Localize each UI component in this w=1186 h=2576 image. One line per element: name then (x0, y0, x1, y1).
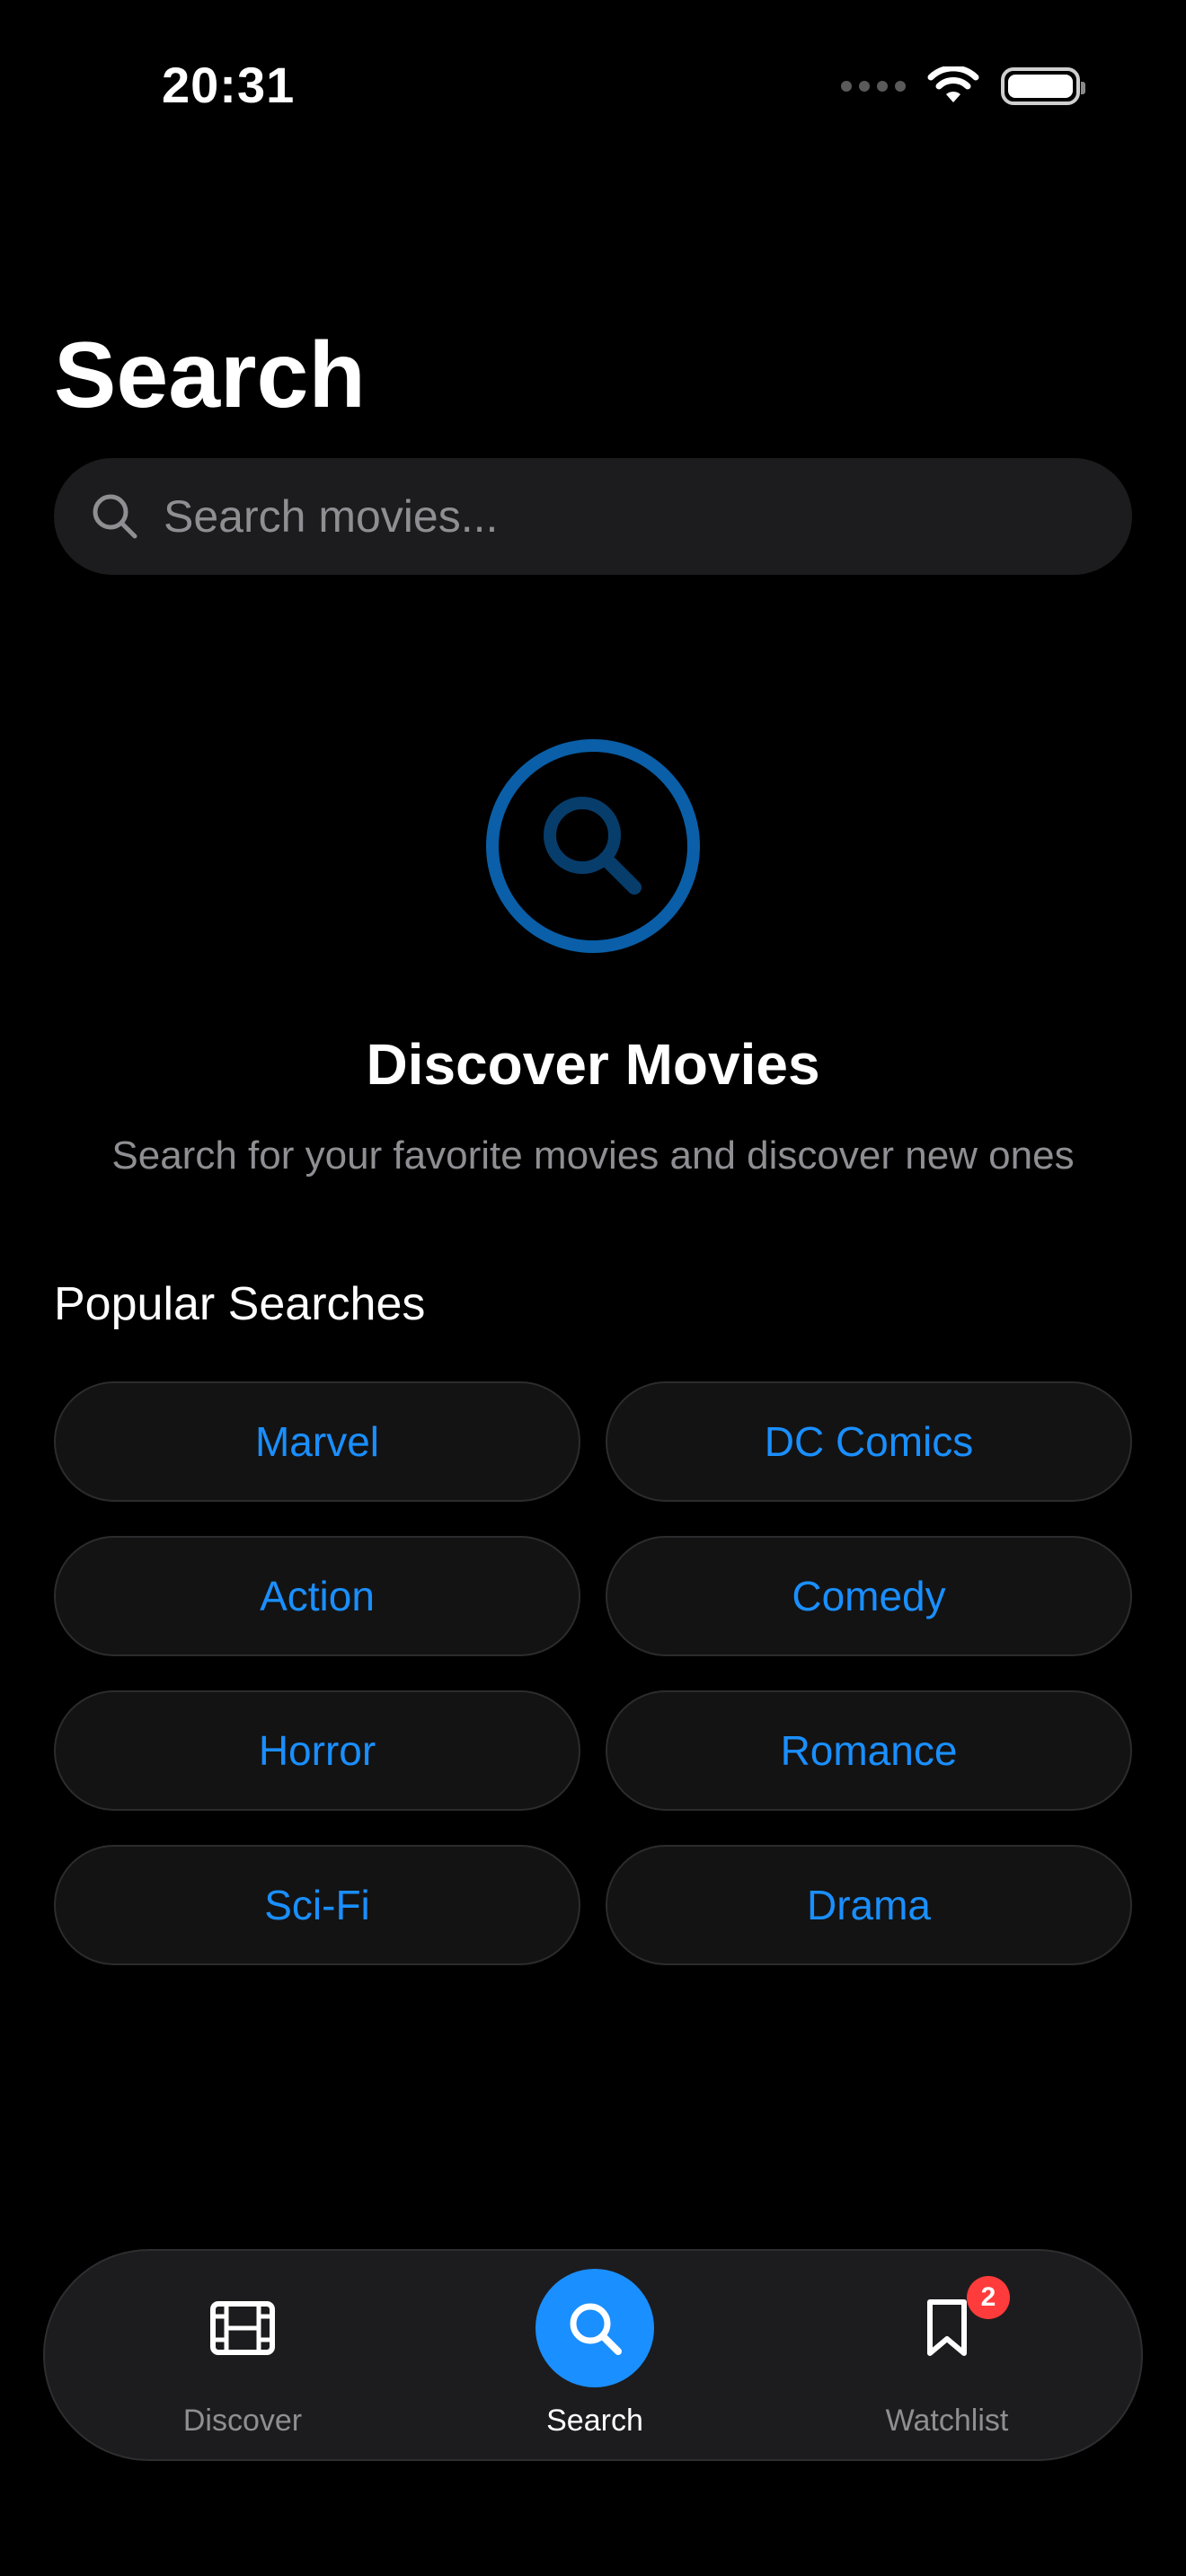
battery-icon (1001, 67, 1085, 105)
tab-discover-label: Discover (182, 2404, 303, 2438)
search-bar[interactable] (54, 458, 1132, 575)
status-time: 20:31 (162, 57, 296, 113)
popular-search-chip-dc-comics[interactable]: DC Comics (606, 1381, 1132, 1502)
cellular-signal-icon (841, 81, 906, 92)
tab-discover[interactable]: Discover (108, 2251, 377, 2459)
film-icon (183, 2269, 302, 2387)
popular-search-chip-romance[interactable]: Romance (606, 1690, 1132, 1811)
empty-state-subtitle: Search for your favorite movies and disc… (111, 1134, 1075, 1178)
watchlist-count-badge: 2 (967, 2276, 1010, 2319)
search-icon (535, 2269, 654, 2387)
tab-watchlist-label: Watchlist (885, 2404, 1009, 2438)
tab-search-label: Search (546, 2404, 643, 2438)
tab-bar: Discover Search 2 Watchlist (43, 2249, 1143, 2461)
search-icon (93, 494, 137, 539)
magnifying-glass-circle-icon (486, 739, 700, 953)
popular-search-chip-horror[interactable]: Horror (54, 1690, 580, 1811)
popular-searches-title: Popular Searches (54, 1278, 426, 1330)
popular-search-chip-sci-fi[interactable]: Sci-Fi (54, 1845, 580, 1965)
popular-search-chip-action[interactable]: Action (54, 1536, 580, 1656)
popular-search-chip-comedy[interactable]: Comedy (606, 1536, 1132, 1656)
popular-searches-grid: Marvel DC Comics Action Comedy Horror Ro… (54, 1381, 1132, 1965)
popular-search-chip-marvel[interactable]: Marvel (54, 1381, 580, 1502)
search-input[interactable] (162, 490, 1064, 543)
empty-state-title: Discover Movies (366, 1032, 820, 1097)
tab-watchlist[interactable]: 2 Watchlist (812, 2251, 1082, 2459)
tab-search[interactable]: Search (460, 2251, 730, 2459)
status-icons (841, 66, 1085, 106)
page-title: Search (54, 323, 366, 428)
wifi-icon (927, 66, 979, 102)
popular-search-chip-drama[interactable]: Drama (606, 1845, 1132, 1965)
